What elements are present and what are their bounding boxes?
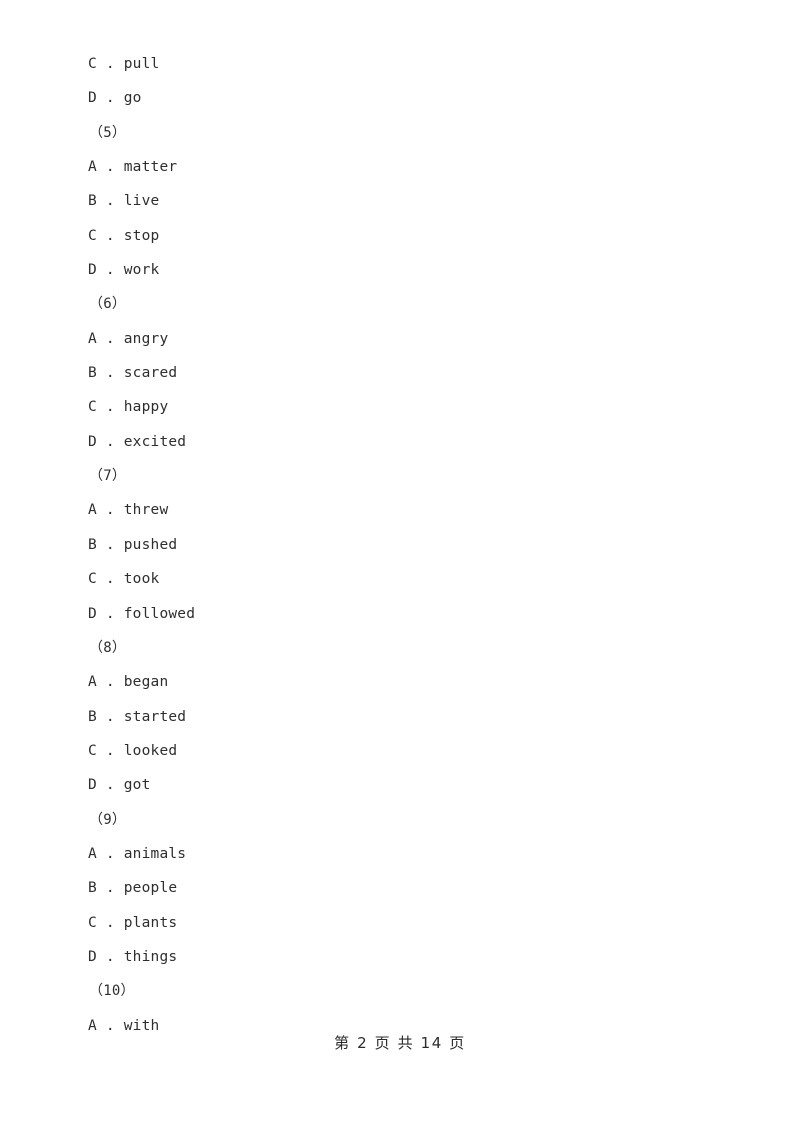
answer-option: C . stop — [88, 227, 160, 244]
question-number: （5） — [89, 124, 127, 141]
question-list: C . pull D . go （5） A . matter B . live C . s… — [0, 47, 800, 1043]
answer-option: A . threw — [88, 502, 169, 519]
question-number: （9） — [89, 811, 127, 828]
answer-option: B . started — [88, 708, 187, 725]
answer-option: D . got — [88, 777, 151, 794]
answer-option: D . work — [88, 262, 160, 279]
answer-option: D . things — [88, 948, 178, 965]
answer-option: C . pull — [88, 56, 160, 72]
question-number: （6） — [89, 296, 127, 313]
answer-option: D . go — [88, 90, 142, 107]
answer-option: C . plants — [88, 914, 178, 931]
answer-option: A . angry — [88, 330, 169, 347]
answer-option: B . scared — [88, 365, 178, 382]
answer-option: C . looked — [88, 742, 178, 759]
answer-option: D . excited — [88, 433, 187, 450]
answer-option: C . happy — [88, 399, 169, 416]
page-footer: 第 2 页 共 14 页 — [334, 1034, 466, 1052]
answer-option: B . pushed — [88, 536, 178, 553]
document-page: C . pull D . go （5） A . matter B . live C . s… — [0, 0, 800, 1132]
answer-option: A . matter — [88, 159, 178, 176]
answer-option: C . took — [88, 571, 160, 588]
question-number: （7） — [89, 468, 127, 485]
answer-option: A . began — [88, 674, 169, 691]
question-number: （8） — [89, 639, 127, 656]
answer-option: B . people — [88, 880, 178, 897]
question-number: （10） — [89, 983, 135, 1000]
answer-option: D . followed — [88, 605, 196, 622]
answer-option: B . live — [88, 193, 160, 210]
answer-option: A . animals — [88, 845, 187, 862]
